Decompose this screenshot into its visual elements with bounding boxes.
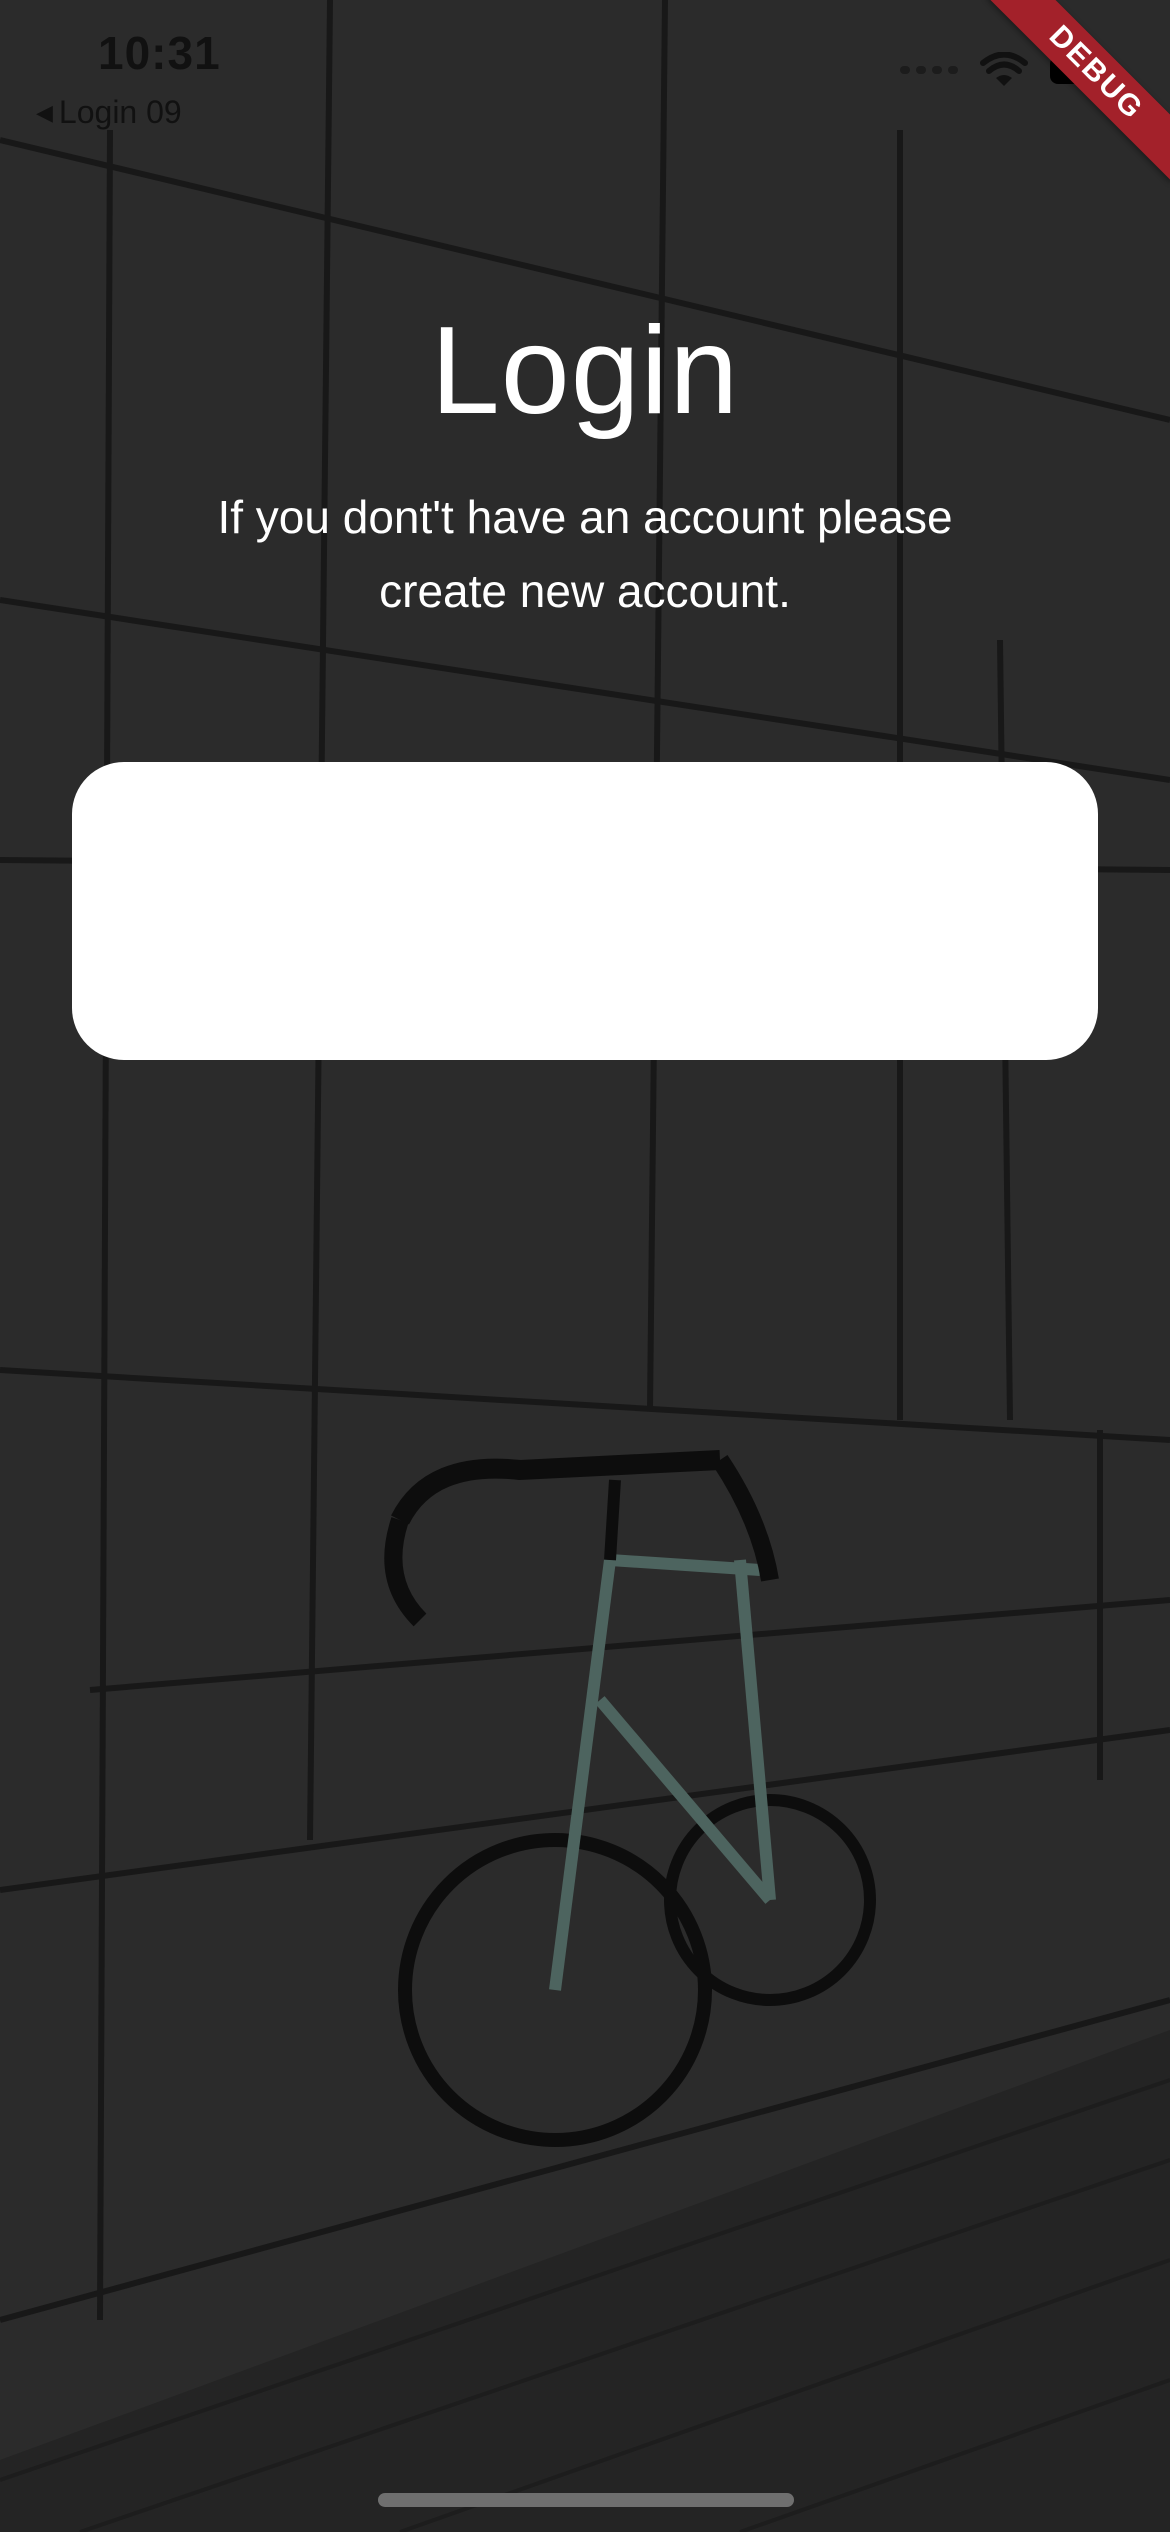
wifi-icon: [980, 52, 1028, 86]
status-time: 10:31: [98, 27, 221, 79]
login-form-card[interactable]: [72, 762, 1098, 1060]
cellular-signal-icon: [900, 66, 958, 74]
back-triangle-icon: ◀: [36, 99, 53, 125]
page-title: Login: [430, 302, 740, 440]
home-indicator[interactable]: [378, 2493, 794, 2507]
page-subtitle: If you dont't have an account please cre…: [217, 491, 953, 617]
back-to-app-label: Login 09: [58, 94, 182, 130]
login-screen: 10:31 ◀ Login 09 DEBUG Login If you dont…: [0, 0, 1170, 2532]
back-to-app-link[interactable]: ◀ Login 09: [36, 94, 182, 131]
